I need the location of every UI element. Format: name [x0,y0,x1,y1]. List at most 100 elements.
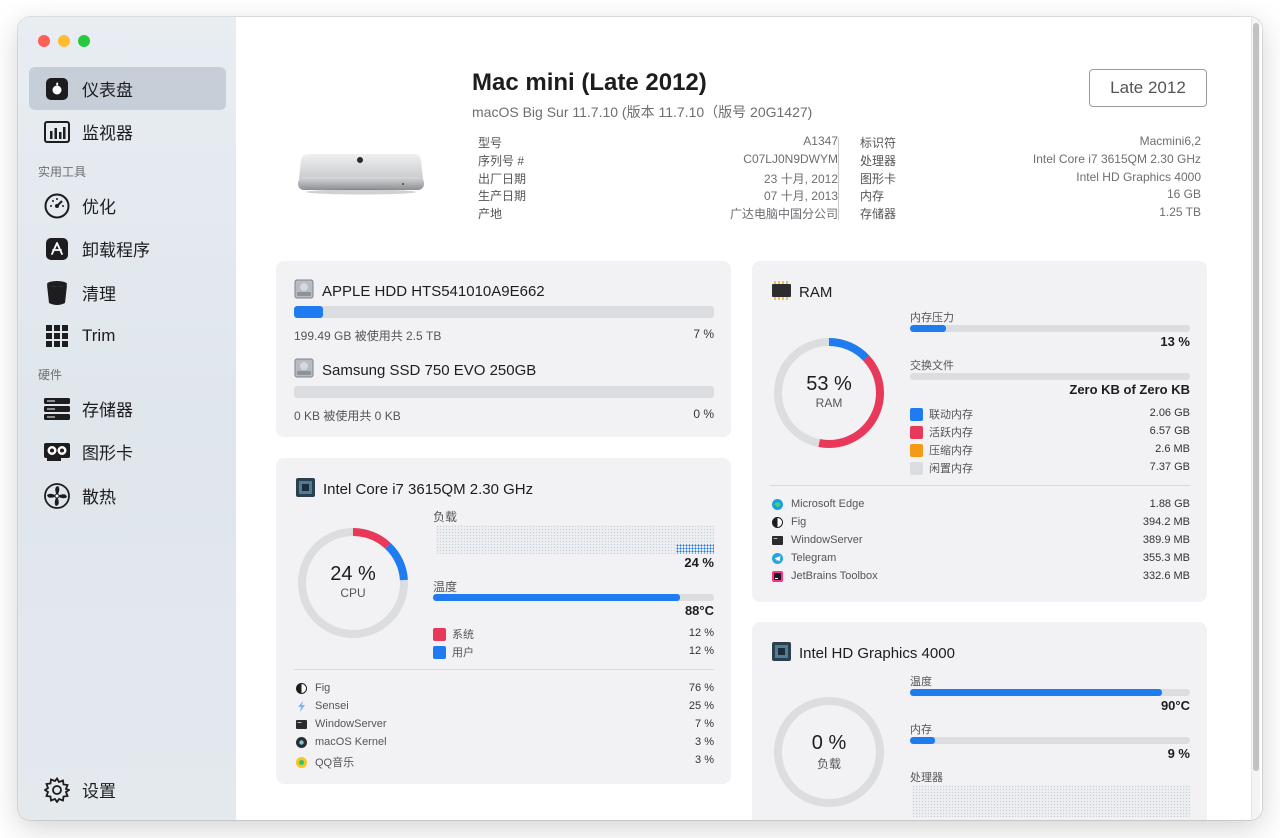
grid-icon [44,323,70,349]
gpu-mem-bar [910,737,1190,744]
cpu-temp-bar [433,594,714,601]
cpu-card[interactable]: Intel Core i7 3615QM 2.30 GHz 24 % CPU 负… [276,458,731,784]
process-name: JetBrains Toolbox [791,570,878,582]
spec-row: 存储器 1.25 TB [860,205,1201,223]
windowserver-icon [296,719,307,730]
memory-pressure-label: 内存压力 [910,312,954,324]
spec-key: 出厂日期 [478,171,527,186]
close-window-button[interactable] [38,35,50,47]
sidebar-item-trim[interactable]: Trim [29,314,226,357]
spec-value: 07 十月, 2013 [763,189,838,204]
legend-swatch [433,645,446,659]
gpu-temp-fill [910,689,1162,696]
jetbrains-icon [772,570,783,582]
zoom-window-button[interactable] [78,35,90,47]
gpu-temp-value: 90°C [1160,698,1190,713]
spec-row: 处理器 Intel Core i7 3615QM 2.30 GHz [860,152,1201,170]
legend-swatch [910,425,923,439]
fig-icon [772,516,783,528]
sidebar-item-label: Trim [82,325,116,345]
spec-value: 广达电脑中国分公司 [729,207,838,222]
settings-button[interactable]: 设置 [29,768,226,811]
spec-row: 序列号 # C07LJ0N9DWYM [478,152,838,170]
hard-drive-icon [294,279,314,303]
swap-value: Zero KB of Zero KB [1069,382,1190,397]
sidebar-item-dashboard[interactable]: 仪表盘 [29,67,226,110]
model-year-button[interactable]: Late 2012 [1089,69,1207,107]
gpu-card[interactable]: Intel HD Graphics 4000 0 % 负载 温度 90°C 内存… [752,622,1207,820]
ram-name: RAM [799,284,833,301]
disk-usage-text: 0 KB 被使用共 0 KB [294,409,401,423]
sidebar-item-label: 监视器 [82,124,133,143]
spec-divider [838,138,839,220]
disk-usage-bar [294,306,714,318]
disk-title: APPLE HDD HTS541010A9E662 [294,279,545,303]
apple-dashboard-icon [44,76,70,102]
sidebar-item-uninstaller[interactable]: 卸载程序 [29,227,226,270]
spec-key: 生产日期 [478,189,527,204]
spec-value: Intel Core i7 3615QM 2.30 GHz [1032,151,1201,166]
spec-key: 标识符 [860,136,897,150]
kernel-icon [296,736,307,748]
spec-key: 型号 [478,136,503,150]
sidebar-item-cooling[interactable]: 散热 [29,474,226,517]
legend-value: 12 % [688,645,714,657]
storage-card[interactable]: APPLE HDD HTS541010A9E662 199.49 GB 被使用共… [276,261,731,437]
scrollbar-thumb[interactable] [1253,23,1259,771]
process-row[interactable]: JetBrains Toolbox [772,570,878,582]
sidebar-item-label: 图形卡 [82,444,133,463]
gpu-chip-icon [772,642,791,665]
memory-pressure-fill [910,325,947,332]
process-row[interactable]: Microsoft Edge [772,498,864,510]
process-row[interactable]: Sensei [296,700,349,712]
process-row[interactable]: WindowServer [296,718,387,730]
sidebar-item-clean[interactable]: 清理 [29,271,226,314]
sidebar-item-label: 优化 [82,198,116,217]
process-row[interactable]: QQ音乐 [296,754,354,770]
process-name: macOS Kernel [315,736,387,748]
process-value: 76 % [688,682,714,694]
sidebar-item-monitor[interactable]: 监视器 [29,110,226,153]
spec-value: A1347 [803,134,838,148]
process-row[interactable]: Fig [772,516,806,528]
server-stack-icon [44,396,70,422]
app-window: 仪表盘 监视器 实用工具 优化 卸载程序 清理 Trim 硬件 存储器 图形卡 … [18,17,1262,820]
spec-row: 标识符 Macmini6,2 [860,134,1201,152]
sidebar-item-optimize[interactable]: 优化 [29,184,226,227]
section-label-tools: 实用工具 [38,165,87,179]
legend-value: 2.6 MB [1155,443,1190,455]
minimize-window-button[interactable] [58,35,70,47]
sidebar-item-label: 清理 [82,285,116,304]
process-row[interactable]: WindowServer [772,534,863,546]
spec-row: 型号 A1347 [478,134,838,152]
vertical-scrollbar[interactable] [1251,17,1260,820]
specs-left: 型号 A1347 序列号 # C07LJ0N9DWYM 出厂日期 23 十月, 201… [478,134,838,223]
sidebar-item-storage[interactable]: 存储器 [29,387,226,430]
disk-usage-fill [294,306,324,318]
legend-label: 活跃内存 [929,427,973,439]
ram-ring-value: 53 % [806,373,852,395]
sidebar-item-graphics[interactable]: 图形卡 [29,430,226,473]
spec-key: 内存 [860,189,885,204]
process-name: Fig [315,682,331,694]
process-value: 25 % [688,700,714,712]
ram-card[interactable]: RAM 53 % RAM 内存压力 13 % 交换文件 Zero KB of Z… [752,261,1207,602]
ram-legend-wired: 联动内存 [910,406,973,422]
gpu-mem-label: 内存 [910,724,932,736]
cpu-temp-label: 温度 [433,580,458,594]
process-row[interactable]: Fig [296,682,330,694]
process-row[interactable]: macOS Kernel [296,736,387,748]
process-value: 394.2 MB [1142,516,1190,528]
cpu-chip-icon [296,478,315,501]
os-version-subtitle: macOS Big Sur 11.7.10 (版本 11.7.10（版号 20G… [472,104,813,120]
process-row[interactable]: Telegram [772,552,836,564]
legend-value: 7.37 GB [1149,461,1190,473]
spec-value: C07LJ0N9DWYM [743,151,838,166]
gpu-ring-label: 0 % 负载 [772,732,886,772]
specs-right: 标识符 Macmini6,2 处理器 Intel Core i7 3615QM 2.… [860,134,1201,223]
spec-row: 内存 16 GB [860,187,1201,205]
legend-value: 6.57 GB [1149,425,1190,437]
edge-icon [772,498,783,510]
legend-label: 闲置内存 [929,463,973,475]
spec-row: 产地 广达电脑中国分公司 [478,205,838,223]
